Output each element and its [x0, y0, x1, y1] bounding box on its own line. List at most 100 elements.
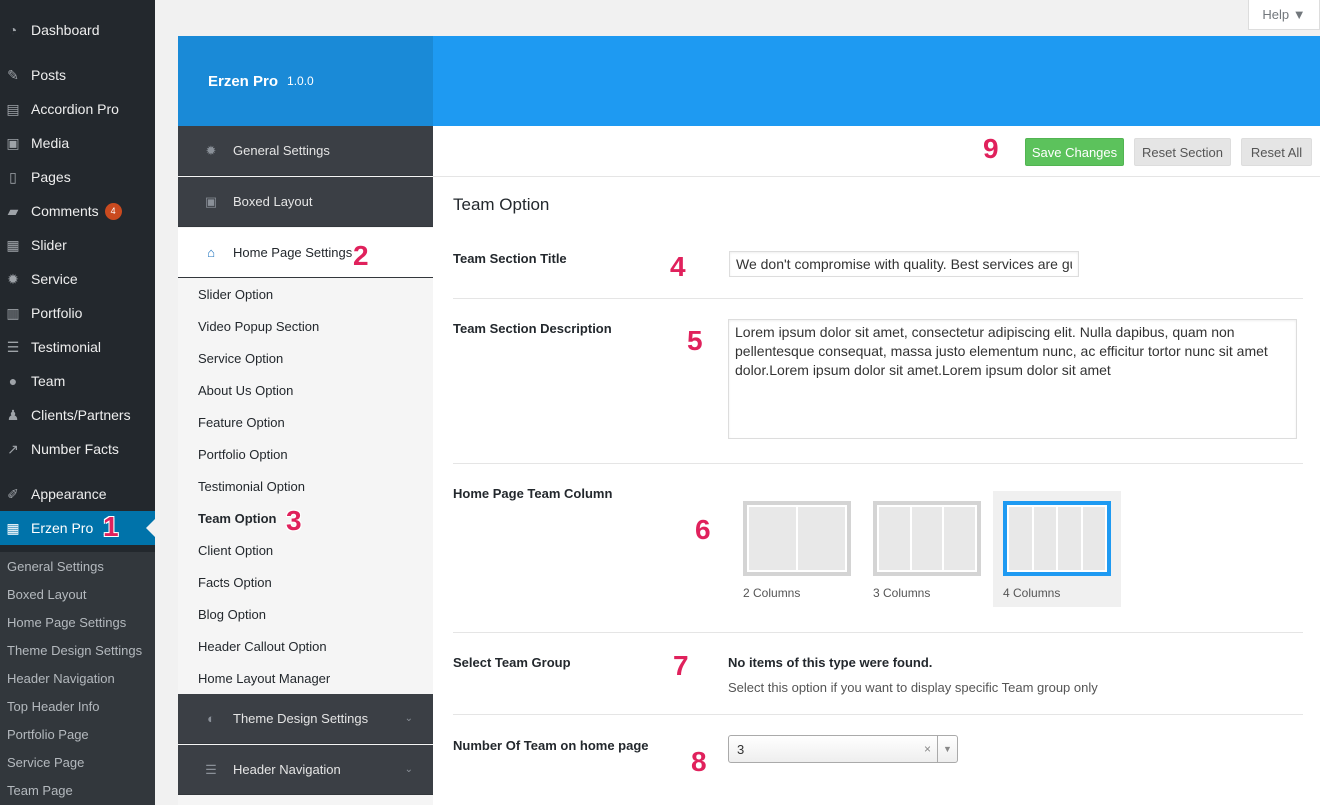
menu-team[interactable]: ● Team [0, 364, 155, 398]
reset-all-button[interactable]: Reset All [1241, 138, 1312, 166]
admin-sidebar: ◔ Dashboard ✎ Posts ▤ Accordion Pro ▣ Media … [0, 0, 155, 805]
submenu-item[interactable]: Home Page Settings [7, 615, 126, 630]
menu-dashboard[interactable]: ◔ Dashboard [0, 13, 155, 47]
sub-about-option[interactable]: About Us Option [198, 383, 293, 398]
divider [453, 632, 1303, 633]
section-home-page-settings[interactable]: ⌂ Home Page Settings [178, 228, 433, 278]
section-label: Home Page Settings [233, 245, 353, 260]
section-general-settings[interactable]: ✹ General Settings [178, 126, 433, 176]
menu-label: Slider [31, 237, 67, 253]
options-content: Team Option Team Section Title Team Sect… [433, 177, 1320, 805]
submenu-item[interactable]: General Settings [7, 559, 104, 574]
layout-preview [1003, 501, 1111, 576]
submenu-item[interactable]: Theme Design Settings [7, 643, 142, 658]
sub-video-popup[interactable]: Video Popup Section [198, 319, 319, 334]
menu-label: Number Facts [31, 441, 119, 457]
menu-pages[interactable]: ▯ Pages [0, 160, 155, 194]
pages-icon: ▯ [9, 168, 17, 185]
submenu-item[interactable]: Portfolio Page [7, 727, 89, 742]
menu-portfolio[interactable]: ▥ Portfolio [0, 296, 155, 330]
menu-label: Erzen Pro [31, 520, 94, 536]
menu-number-facts[interactable]: ↗ Number Facts [0, 432, 155, 466]
team-title-input[interactable] [729, 251, 1079, 277]
options-panel: Erzen Pro 1.0.0 ✹ General Settings ▣ Boxed… [178, 36, 1320, 805]
annotation-marker: 1 [103, 511, 119, 542]
comment-count-badge: 4 [104, 202, 122, 220]
layout-caption: 3 Columns [873, 586, 931, 600]
menu-accordion-pro[interactable]: ▤ Accordion Pro [0, 92, 155, 126]
table-icon: ▦ [6, 519, 20, 536]
help-button[interactable]: Help ▼ [1248, 0, 1320, 30]
menu-clients[interactable]: ♟ Clients/Partners [0, 398, 155, 432]
admin-submenu: General Settings Boxed Layout Home Page … [0, 552, 155, 805]
sub-client-option[interactable]: Client Option [198, 543, 273, 558]
sub-header-callout[interactable]: Header Callout Option [198, 639, 327, 654]
chevron-down-icon: ⌄ [404, 764, 413, 775]
empty-message: No items of this type were found. [728, 655, 933, 670]
team-count-select[interactable]: 3 × ▼ [728, 735, 958, 763]
field-help: Select this option if you want to displa… [728, 680, 1098, 695]
submenu-item[interactable]: Header Navigation [7, 671, 115, 686]
menu-label: Team [31, 373, 66, 389]
layout-caption: 4 Columns [1003, 586, 1061, 600]
divider [453, 463, 1303, 464]
divider [453, 298, 1303, 299]
annotation-marker: 3 [286, 505, 302, 536]
contrast-icon: ◐ [207, 711, 215, 726]
sub-testimonial-option[interactable]: Testimonial Option [198, 479, 305, 494]
reset-section-button[interactable]: Reset Section [1134, 138, 1231, 166]
submenu-item[interactable]: Top Header Info [7, 699, 100, 714]
menu-posts[interactable]: ✎ Posts [0, 58, 155, 92]
menu-label: Appearance [31, 486, 107, 502]
sub-feature-option[interactable]: Feature Option [198, 415, 285, 430]
section-label: Header Navigation [233, 762, 341, 777]
select-value: 3 [737, 741, 745, 757]
menu-erzen-pro[interactable]: ▦ Erzen Pro [0, 511, 155, 545]
dashboard-icon: ◔ [8, 22, 18, 38]
sub-service-option[interactable]: Service Option [198, 351, 283, 366]
brush-icon: ✐ [7, 485, 19, 502]
gear-icon: ✹ [205, 142, 217, 158]
menu-label: Dashboard [31, 22, 100, 38]
submenu-item[interactable]: Service Page [7, 755, 84, 770]
gear-icon: ✹ [7, 270, 19, 287]
menu-label: Portfolio [31, 305, 83, 321]
sub-slider-option[interactable]: Slider Option [198, 287, 273, 302]
clear-icon[interactable]: × [924, 742, 931, 756]
team-description-textarea[interactable]: Lorem ipsum dolor sit amet, consectetur … [728, 319, 1297, 439]
annotation-marker: 6 [695, 514, 711, 545]
menu-label: Pages [31, 169, 71, 185]
chart-icon: ↗ [7, 440, 19, 457]
menu-appearance[interactable]: ✐ Appearance [0, 477, 155, 511]
menu-comments[interactable]: ▰ Comments 4 [0, 194, 155, 228]
layout-2-columns[interactable]: 2 Columns [733, 491, 861, 607]
submenu-item[interactable]: Team Page [7, 783, 73, 798]
annotation-marker: 8 [691, 746, 707, 777]
divider [453, 714, 1303, 715]
section-header-navigation[interactable]: ☰ Header Navigation ⌄ [178, 745, 433, 795]
sub-home-layout-manager[interactable]: Home Layout Manager [198, 671, 330, 686]
brand: Erzen Pro 1.0.0 [178, 36, 433, 126]
chevron-down-icon: ⌄ [404, 713, 413, 724]
field-label: Team Section Title [453, 251, 567, 266]
field-label: Number Of Team on home page [453, 738, 649, 753]
menu-testimonial[interactable]: ☰ Testimonial [0, 330, 155, 364]
menu-slider[interactable]: ▦ Slider [0, 228, 155, 262]
sub-portfolio-option[interactable]: Portfolio Option [198, 447, 288, 462]
menu-media[interactable]: ▣ Media [0, 126, 155, 160]
sub-team-option[interactable]: Team Option [198, 511, 276, 526]
sub-facts-option[interactable]: Facts Option [198, 575, 272, 590]
page-title: Team Option [453, 195, 550, 214]
menu-service[interactable]: ✹ Service [0, 262, 155, 296]
layout-caption: 2 Columns [743, 586, 801, 600]
sub-blog-option[interactable]: Blog Option [198, 607, 266, 622]
submenu-item[interactable]: Boxed Layout [7, 587, 87, 602]
section-boxed-layout[interactable]: ▣ Boxed Layout [178, 177, 433, 227]
accordion-icon: ▤ [6, 100, 20, 117]
section-label: General Settings [233, 143, 330, 158]
save-changes-button[interactable]: Save Changes [1025, 138, 1124, 166]
layout-3-columns[interactable]: 3 Columns [863, 491, 991, 607]
dropdown-arrow-icon[interactable]: ▼ [937, 736, 957, 762]
layout-4-columns[interactable]: 4 Columns [993, 491, 1121, 607]
section-theme-design[interactable]: ◐ Theme Design Settings ⌄ [178, 694, 433, 744]
